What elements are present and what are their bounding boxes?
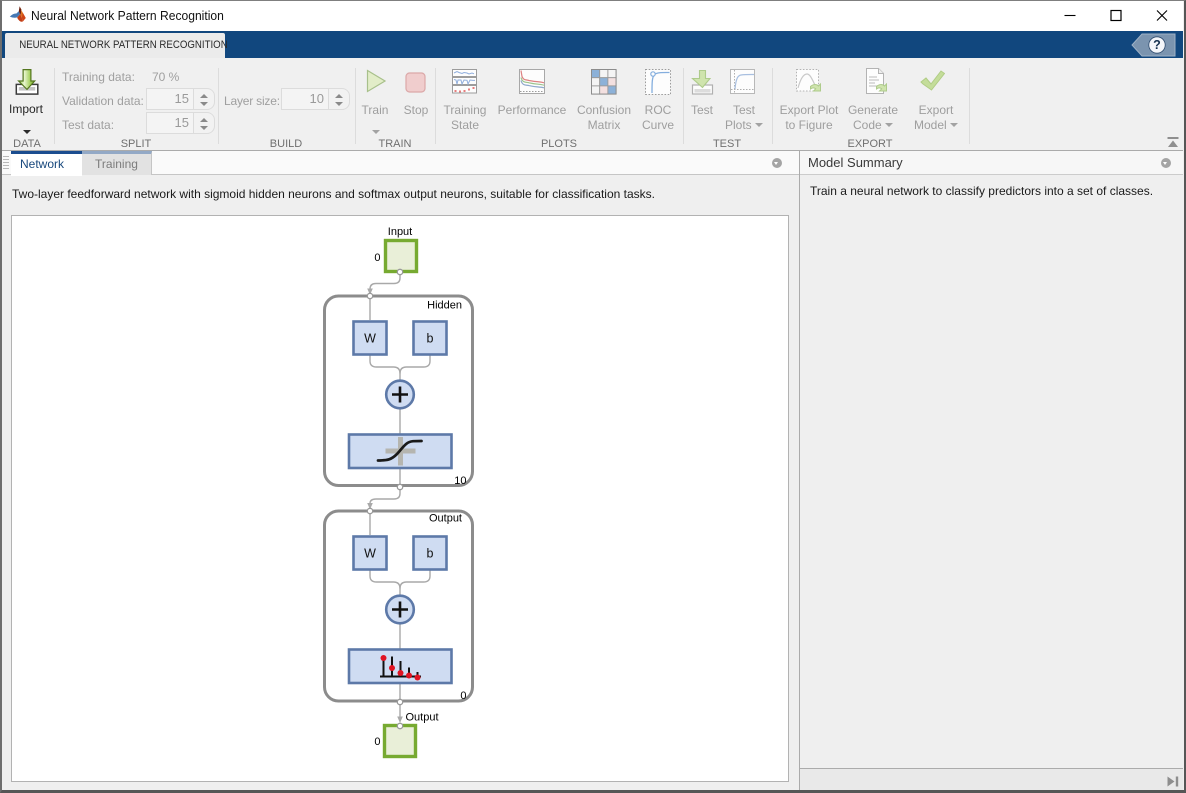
svg-text:Hidden: Hidden (427, 300, 462, 312)
svg-text:?: ? (1153, 38, 1161, 52)
svg-text:0: 0 (460, 690, 466, 702)
svg-text:0: 0 (374, 736, 380, 748)
svg-text:Output: Output (429, 513, 462, 525)
svg-text:0: 0 (374, 252, 380, 264)
svg-text:Output: Output (406, 712, 439, 724)
svg-text:b: b (427, 332, 434, 346)
svg-text:W: W (364, 332, 376, 346)
svg-text:10: 10 (454, 475, 466, 487)
svg-text:Input: Input (388, 226, 412, 238)
svg-text:b: b (427, 547, 434, 561)
svg-text:W: W (364, 547, 376, 561)
